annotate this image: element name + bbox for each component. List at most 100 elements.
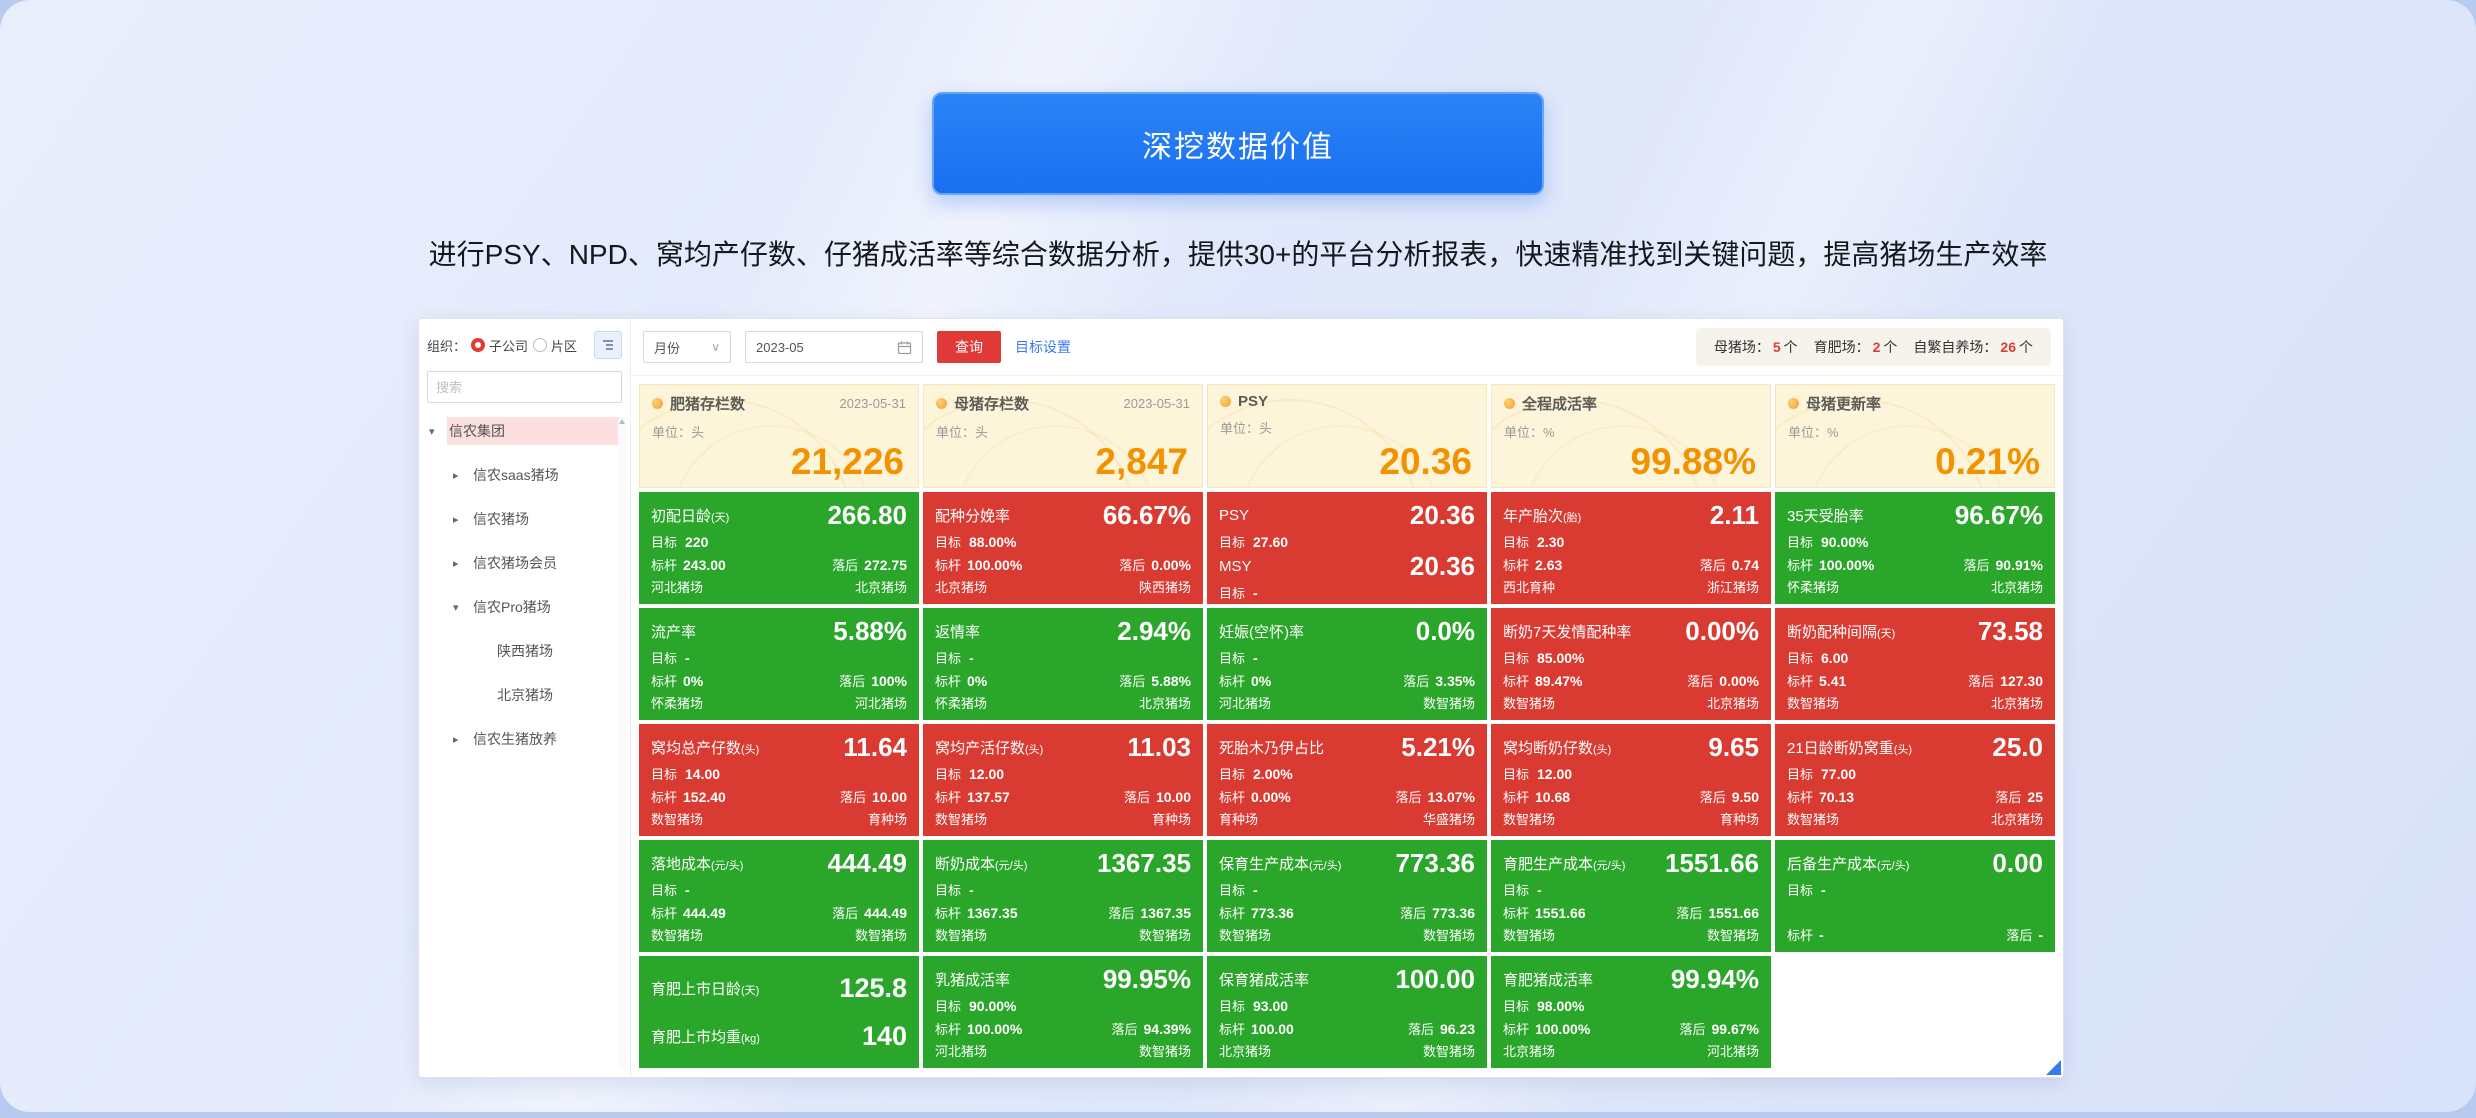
tree-item-label: 北京猪场 bbox=[495, 681, 622, 709]
kpi-title: 断奶配种间隔(天) bbox=[1787, 621, 1895, 642]
kpi-card[interactable]: 窝均产活仔数(头)11.03目标12.00标杆137.57数智猪场落后10.00… bbox=[923, 724, 1203, 836]
kpi-behind-label: 落后 bbox=[840, 790, 866, 805]
kpi-card[interactable]: PSY20.36目标27.60MSY20.36目标- bbox=[1207, 492, 1487, 604]
kpi-benchmark-label: 标杆 bbox=[935, 674, 961, 689]
kpi-target-row: 目标14.00 bbox=[651, 764, 907, 783]
kpi-card[interactable]: 保育猪成活率100.00目标93.00标杆100.00北京猪场落后96.23数智… bbox=[1207, 956, 1487, 1068]
kpi-target-row: 目标- bbox=[935, 880, 1191, 899]
kpi-behind-farm: 数智猪场 bbox=[1408, 1041, 1475, 1060]
kpi-benchmark-line: 标杆2.63 bbox=[1503, 555, 1562, 574]
kpi-benchmark: 标杆444.49数智猪场 bbox=[651, 903, 726, 944]
summary-card[interactable]: 肥猪存栏数2023-05-31单位：头21,226 bbox=[639, 384, 919, 488]
kpi-card[interactable]: 保育生产成本(元/头)773.36目标-标杆773.36数智猪场落后773.36… bbox=[1207, 840, 1487, 952]
tree-item[interactable]: ▾信农Pro猪场 bbox=[427, 593, 622, 621]
kpi-card[interactable]: 断奶成本(元/头)1367.35目标-标杆1367.35数智猪场落后1367.3… bbox=[923, 840, 1203, 952]
kpi-target-row: 目标2.00% bbox=[1219, 764, 1475, 783]
kpi-card[interactable]: 初配日龄(天)266.80目标220标杆243.00河北猪场落后272.75北京… bbox=[639, 492, 919, 604]
kpi-value: 99.94% bbox=[1671, 964, 1759, 995]
kpi-behind-line: 落后99.67% bbox=[1680, 1019, 1760, 1038]
kpi-behind: 落后3.35%数智猪场 bbox=[1403, 671, 1475, 712]
kpi-card[interactable]: 21日龄断奶窝重(头)25.0目标77.00标杆70.13数智猪场落后25北京猪… bbox=[1775, 724, 2055, 836]
kpi-card[interactable]: 乳猪成活率99.95%目标90.00%标杆100.00%河北猪场落后94.39%… bbox=[923, 956, 1203, 1068]
tree-item-label: 信农Pro猪场 bbox=[471, 593, 622, 621]
kpi-benchmark-value: 1551.66 bbox=[1535, 905, 1586, 921]
farm-stat: 自繁自养场：26个 bbox=[1913, 337, 2033, 357]
kpi-value: 20.36 bbox=[1410, 551, 1475, 582]
kpi-target-label: 目标 bbox=[1503, 651, 1529, 666]
kpi-target-value: 90.00% bbox=[1821, 534, 1868, 550]
tree-item[interactable]: ▸信农生猪放养 bbox=[427, 725, 622, 753]
tree-item[interactable]: ▾信农集团 bbox=[427, 417, 622, 445]
kpi-benchmark-line: 标杆1551.66 bbox=[1503, 903, 1586, 922]
tree-item-label: 陕西猪场 bbox=[495, 637, 622, 665]
kpi-behind-line: 落后1551.66 bbox=[1676, 903, 1759, 922]
kpi-card[interactable]: 妊娠(空怀)率0.0%目标-标杆0%河北猪场落后3.35%数智猪场 bbox=[1207, 608, 1487, 720]
tree-list-toggle-button[interactable] bbox=[594, 331, 622, 359]
caret-right-icon[interactable]: ▸ bbox=[453, 733, 471, 746]
kpi-card[interactable]: 育肥上市日龄(天)125.8育肥上市均重(kg)140 bbox=[639, 956, 919, 1068]
summary-card[interactable]: PSY单位：头20.36 bbox=[1207, 384, 1487, 488]
kpi-card[interactable]: 窝均断奶仔数(头)9.65目标12.00标杆10.68数智猪场落后9.50育种场 bbox=[1491, 724, 1771, 836]
tree-item[interactable]: ▸信农saas猪场 bbox=[427, 461, 622, 489]
summary-card[interactable]: 母猪更新率单位：%0.21% bbox=[1775, 384, 2055, 488]
radio-region[interactable]: 片区 bbox=[533, 336, 577, 355]
query-button[interactable]: 查询 bbox=[937, 331, 1001, 363]
kpi-card[interactable]: 死胎木乃伊占比5.21%目标2.00%标杆0.00%育种场落后13.07%华盛猪… bbox=[1207, 724, 1487, 836]
kpi-benchmark-line: 标杆243.00 bbox=[651, 555, 726, 574]
kpi-card[interactable]: 流产率5.88%目标-标杆0%怀柔猪场落后100%河北猪场 bbox=[639, 608, 919, 720]
kpi-behind-line: 落后0.74 bbox=[1700, 555, 1759, 574]
caret-right-icon[interactable]: ▸ bbox=[453, 557, 471, 570]
kpi-benchmark-row: 标杆10.68数智猪场落后9.50育种场 bbox=[1503, 787, 1759, 828]
kpi-card[interactable]: 落地成本(元/头)444.49目标-标杆444.49数智猪场落后444.49数智… bbox=[639, 840, 919, 952]
caret-right-icon[interactable]: ▸ bbox=[453, 469, 471, 482]
kpi-benchmark-line: 标杆100.00 bbox=[1219, 1019, 1294, 1038]
caret-down-icon[interactable]: ▾ bbox=[429, 425, 447, 438]
kpi-card[interactable]: 断奶7天发情配种率0.00%目标85.00%标杆89.47%数智猪场落后0.00… bbox=[1491, 608, 1771, 720]
kpi-behind-line: 落后9.50 bbox=[1700, 787, 1759, 806]
kpi-benchmark-line: 标杆- bbox=[1787, 925, 1824, 944]
tree-item[interactable]: ▸信农猪场会员 bbox=[427, 549, 622, 577]
kpi-benchmark-label: 标杆 bbox=[1503, 558, 1529, 573]
kpi-benchmark-label: 标杆 bbox=[1219, 790, 1245, 805]
kpi-behind-value: 773.36 bbox=[1432, 905, 1475, 921]
kpi-benchmark-line: 标杆444.49 bbox=[651, 903, 726, 922]
kpi-target-label: 目标 bbox=[651, 767, 677, 782]
kpi-benchmark-row: 标杆773.36数智猪场落后773.36数智猪场 bbox=[1219, 903, 1475, 944]
kpi-behind-line: 落后10.00 bbox=[1124, 787, 1191, 806]
kpi-title-unit: (头) bbox=[1894, 744, 1912, 756]
kpi-benchmark: 标杆0%河北猪场 bbox=[1219, 671, 1271, 712]
kpi-card[interactable]: 育肥猪成活率99.94%目标98.00%标杆100.00%北京猪场落后99.67… bbox=[1491, 956, 1771, 1068]
kpi-card[interactable]: 配种分娩率66.67%目标88.00%标杆100.00%北京猪场落后0.00%陕… bbox=[923, 492, 1203, 604]
kpi-benchmark-label: 标杆 bbox=[935, 1022, 961, 1037]
kpi-target-row: 目标220 bbox=[651, 532, 907, 551]
kpi-card[interactable]: 返情率2.94%目标-标杆0%怀柔猪场落后5.88%北京猪场 bbox=[923, 608, 1203, 720]
tree-scrollbar[interactable] bbox=[618, 417, 626, 1069]
kpi-card-header: 落地成本(元/头)444.49 bbox=[651, 848, 907, 879]
caret-right-icon[interactable]: ▸ bbox=[453, 513, 471, 526]
caret-down-icon[interactable]: ▾ bbox=[453, 601, 471, 614]
kpi-card[interactable]: 后备生产成本(元/头)0.00目标-标杆-落后- bbox=[1775, 840, 2055, 952]
date-input[interactable]: 2023-05 bbox=[745, 331, 923, 363]
search-input[interactable] bbox=[427, 371, 622, 403]
kpi-card[interactable]: 断奶配种间隔(天)73.58目标6.00标杆5.41数智猪场落后127.30北京… bbox=[1775, 608, 2055, 720]
kpi-behind-farm: 数智猪场 bbox=[1676, 925, 1759, 944]
kpi-card[interactable]: 育肥生产成本(元/头)1551.66目标-标杆1551.66数智猪场落后1551… bbox=[1491, 840, 1771, 952]
tree-item[interactable]: 陕西猪场 bbox=[427, 637, 622, 665]
farm-stat-label: 母猪场： bbox=[1714, 337, 1770, 357]
kpi-card-header: 断奶配种间隔(天)73.58 bbox=[1787, 616, 2043, 647]
summary-card[interactable]: 母猪存栏数2023-05-31单位：头2,847 bbox=[923, 384, 1203, 488]
tree-item[interactable]: ▸信农猪场 bbox=[427, 505, 622, 533]
kpi-card[interactable]: 年产胎次(胎)2.11目标2.30标杆2.63西北育种落后0.74浙江猪场 bbox=[1491, 492, 1771, 604]
summary-card-date: 2023-05-31 bbox=[1124, 396, 1191, 411]
target-settings-link[interactable]: 目标设置 bbox=[1015, 337, 1071, 357]
kpi-benchmark: 标杆773.36数智猪场 bbox=[1219, 903, 1294, 944]
hero-button[interactable]: 深挖数据价值 bbox=[932, 92, 1544, 195]
summary-card-header: 全程成活率 bbox=[1504, 393, 1758, 414]
summary-card[interactable]: 全程成活率单位：%99.88% bbox=[1491, 384, 1771, 488]
period-select[interactable]: 月份 ∨ bbox=[643, 331, 731, 363]
kpi-card[interactable]: 窝均总产仔数(头)11.64目标14.00标杆152.40数智猪场落后10.00… bbox=[639, 724, 919, 836]
kpi-title-unit: (天) bbox=[1877, 628, 1895, 640]
radio-subsidiary[interactable]: 子公司 bbox=[471, 336, 528, 355]
tree-item[interactable]: 北京猪场 bbox=[427, 681, 622, 709]
kpi-card[interactable]: 35天受胎率96.67%目标90.00%标杆100.00%怀柔猪场落后90.91… bbox=[1775, 492, 2055, 604]
